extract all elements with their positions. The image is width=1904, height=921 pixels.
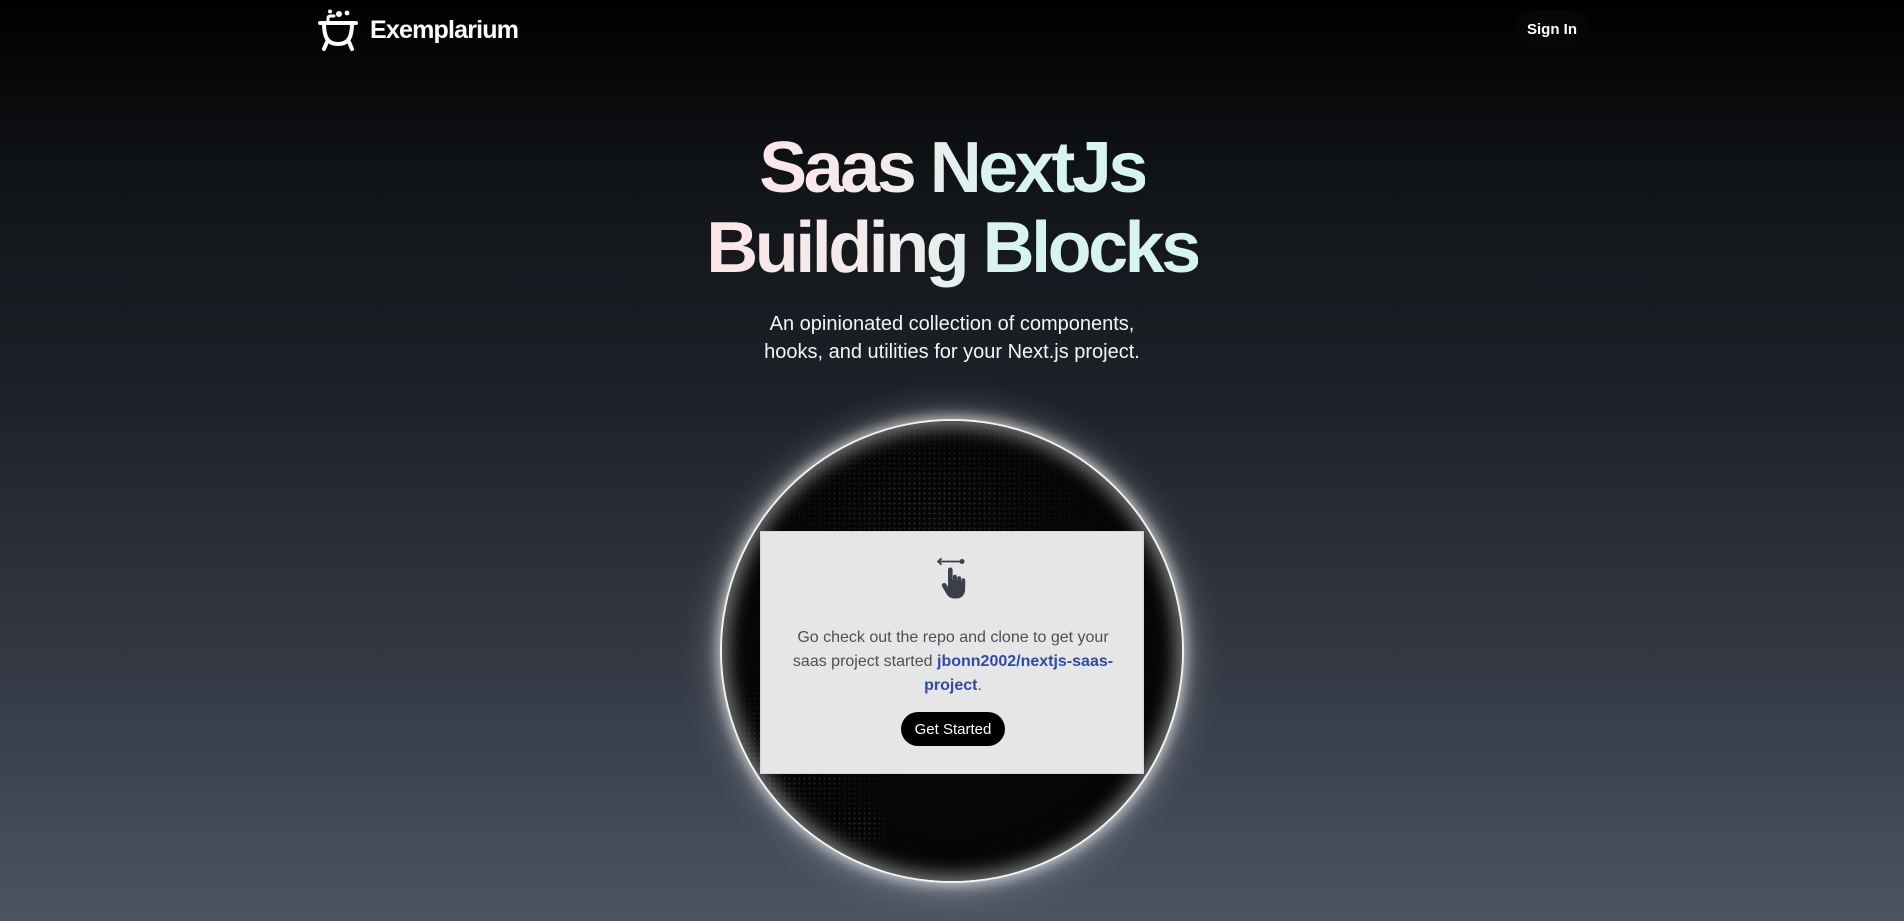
hero-subtitle-line-2: hooks, and utilities for your Next.js pr… (764, 341, 1140, 363)
hero-subtitle: An opinionated collection of components,… (0, 310, 1904, 366)
hero-subtitle-line-1: An opinionated collection of components, (769, 313, 1135, 335)
brand-link[interactable]: Exemplarium (316, 8, 519, 52)
swipe-left-hand-icon (937, 558, 966, 599)
sign-in-button[interactable]: Sign In (1514, 10, 1590, 48)
top-navbar: Exemplarium Sign In (0, 0, 1904, 58)
hero-title-line-1: Saas NextJs (759, 128, 1148, 208)
brand-name: Exemplarium (370, 15, 519, 44)
bathtub-icon (318, 9, 358, 51)
hero-title-line-2: Building Blocks (706, 208, 1201, 288)
card-description: Go check out the repo and clone to get y… (785, 626, 1121, 698)
hero-title: Saas NextJs Building Blocks (0, 128, 1904, 288)
get-started-button[interactable]: Get Started (901, 712, 1005, 746)
repo-link[interactable]: jbonn2002/nextjs-saas-project (924, 653, 1113, 694)
card-description-end: . (977, 677, 982, 694)
repo-info-card: Go check out the repo and clone to get y… (760, 531, 1144, 774)
